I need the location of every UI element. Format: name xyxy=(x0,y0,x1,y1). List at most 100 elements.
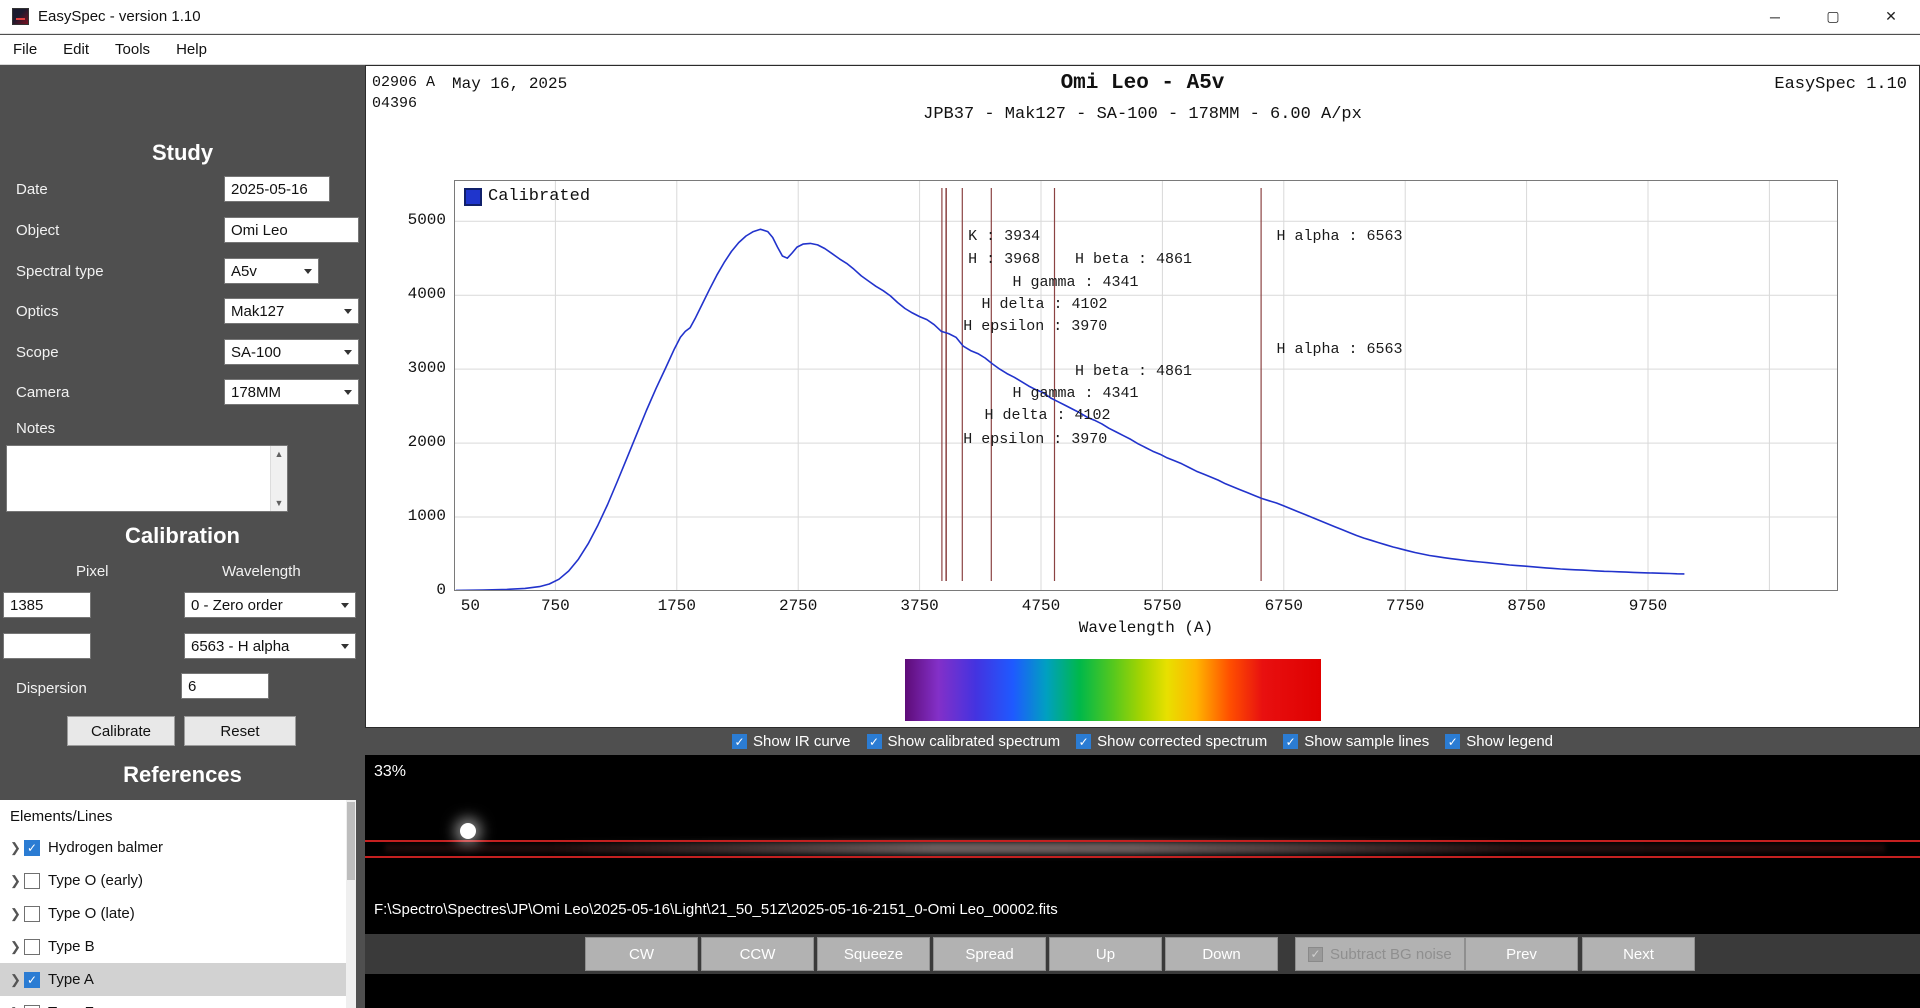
option-checkbox[interactable]: ✓ xyxy=(731,734,747,749)
maximize-button[interactable]: ▢ xyxy=(1804,0,1862,34)
wavelength2-select[interactable]: 6563 - H alpha xyxy=(184,633,356,659)
x-tick-label: 1750 xyxy=(657,597,696,615)
reference-item-type-f[interactable]: ❯ Type F xyxy=(0,996,356,1008)
wavelength1-value: 0 - Zero order xyxy=(191,596,283,614)
sample-line-label: H delta : 4102 xyxy=(981,295,1108,313)
reference-item-type-o-early-[interactable]: ❯ Type O (early) xyxy=(0,864,356,897)
display-options-strip: ✓ Show IR curve ✓ Show calibrated spectrum ✓… xyxy=(365,728,1920,755)
squeeze-button[interactable]: Squeeze xyxy=(817,937,930,971)
menu-help[interactable]: Help xyxy=(163,37,220,62)
cw-button[interactable]: CW xyxy=(585,937,698,971)
reference-item-type-o-late-[interactable]: ❯ Type O (late) xyxy=(0,897,356,930)
expander-icon[interactable]: ❯ xyxy=(10,939,24,955)
bottom-button-bar: CW CCW Squeeze Spread Up Down ✓ Subtract BG n… xyxy=(365,934,1920,974)
sidebar: Study Date Object Spectral type A5v Opti… xyxy=(0,65,365,1008)
pixel2-input[interactable] xyxy=(3,633,91,659)
close-button[interactable]: ✕ xyxy=(1862,0,1920,34)
subtract-bg-group: ✓ Subtract BG noise xyxy=(1295,937,1465,971)
minimize-button[interactable]: ─ xyxy=(1746,0,1804,34)
scope-select[interactable]: SA-100 xyxy=(224,339,359,365)
notes-textarea[interactable]: ▲ ▼ xyxy=(6,445,288,512)
reference-checkbox[interactable]: ✓ xyxy=(24,971,40,988)
y-tick-label: 5000 xyxy=(407,211,446,230)
nav-buttons: Prev Next xyxy=(1465,937,1695,971)
menu-tools[interactable]: Tools xyxy=(102,37,163,62)
spread-button[interactable]: Spread xyxy=(933,937,1046,971)
title-bar: EasySpec - version 1.10 ─ ▢ ✕ xyxy=(0,0,1920,34)
option-show-calibrated-spectrum[interactable]: ✓ Show calibrated spectrum xyxy=(866,733,1060,750)
sample-line-label: H beta : 4861 xyxy=(1074,362,1192,380)
reference-checkbox[interactable] xyxy=(24,938,40,955)
spectrum-plot xyxy=(454,180,1838,591)
prev-button[interactable]: Prev xyxy=(1465,937,1578,971)
subtract-bg-checkbox[interactable]: ✓ xyxy=(1308,946,1323,962)
dispersion-label: Dispersion xyxy=(16,680,87,697)
spectral-type-select[interactable]: A5v xyxy=(224,258,319,284)
ccw-button[interactable]: CCW xyxy=(701,937,814,971)
reference-checkbox[interactable] xyxy=(24,872,40,889)
sample-line-label: H epsilon : 3970 xyxy=(963,317,1108,335)
zero-order-star xyxy=(460,823,476,839)
menu-bar: File Edit Tools Help xyxy=(0,35,1920,65)
x-tick-label: 750 xyxy=(540,597,570,615)
option-show-sample-lines[interactable]: ✓ Show sample lines xyxy=(1283,733,1429,750)
legend-label: Calibrated xyxy=(488,187,591,206)
object-input[interactable] xyxy=(224,217,359,243)
notes-scrollbar[interactable]: ▲ ▼ xyxy=(270,446,287,511)
dispersion-input[interactable] xyxy=(181,673,269,699)
spectrum-band xyxy=(545,841,1525,855)
option-checkbox[interactable]: ✓ xyxy=(1445,734,1461,749)
wavelength1-select[interactable]: 0 - Zero order xyxy=(184,592,356,618)
menu-file[interactable]: File xyxy=(0,37,50,62)
option-checkbox[interactable]: ✓ xyxy=(1283,734,1299,749)
references-scrollbar[interactable] xyxy=(346,800,356,1008)
expander-icon[interactable]: ❯ xyxy=(10,873,24,889)
expander-icon[interactable]: ❯ xyxy=(10,972,24,988)
chevron-down-icon xyxy=(304,268,312,274)
menu-edit[interactable]: Edit xyxy=(50,37,102,62)
down-button[interactable]: Down xyxy=(1165,937,1278,971)
reference-item-type-a[interactable]: ❯ ✓ Type A xyxy=(0,963,356,996)
reference-checkbox[interactable] xyxy=(24,1004,40,1008)
reference-checkbox[interactable] xyxy=(24,905,40,922)
camera-select[interactable]: 178MM xyxy=(224,379,359,405)
scroll-down-icon[interactable]: ▼ xyxy=(271,498,287,508)
optics-select[interactable]: Mak127 xyxy=(224,298,359,324)
chevron-down-icon xyxy=(341,602,349,608)
x-tick-label: 8750 xyxy=(1507,597,1546,615)
x-tick-label: 9750 xyxy=(1628,597,1668,615)
option-checkbox[interactable]: ✓ xyxy=(1076,734,1092,749)
scrollbar-thumb[interactable] xyxy=(347,802,355,880)
y-tick-label: 4000 xyxy=(407,285,446,304)
x-tick-label: 50 xyxy=(460,597,480,615)
references-panel: Elements/Lines ❯ ✓ Hydrogen balmer ❯ Type O … xyxy=(0,800,356,1008)
date-input[interactable] xyxy=(224,176,330,202)
chart-area: Calibrated Wavelength (A) 50 750 1750 2750 3… xyxy=(366,66,1919,727)
pixel1-input[interactable] xyxy=(3,592,91,618)
y-tick-label: 0 xyxy=(436,581,446,599)
optics-label: Optics xyxy=(16,303,59,320)
sample-line-label: H alpha : 6563 xyxy=(1276,341,1403,358)
expander-icon[interactable]: ❯ xyxy=(10,1005,24,1008)
reference-item-hydrogen-balmer[interactable]: ❯ ✓ Hydrogen balmer xyxy=(0,831,356,864)
expander-icon[interactable]: ❯ xyxy=(10,840,24,856)
zoom-percent: 33% xyxy=(374,763,407,780)
calibrate-button[interactable]: Calibrate xyxy=(67,716,175,746)
y-tick-label: 3000 xyxy=(407,359,446,378)
camera-label: Camera xyxy=(16,384,70,401)
reference-checkbox[interactable]: ✓ xyxy=(24,839,40,856)
up-button[interactable]: Up xyxy=(1049,937,1162,971)
x-axis-label: Wavelength (A) xyxy=(1078,619,1214,637)
next-button[interactable]: Next xyxy=(1582,937,1695,971)
scroll-up-icon[interactable]: ▲ xyxy=(271,449,287,459)
option-show-legend[interactable]: ✓ Show legend xyxy=(1445,733,1553,750)
option-show-corrected-spectrum[interactable]: ✓ Show corrected spectrum xyxy=(1076,733,1267,750)
reference-item-type-b[interactable]: ❯ Type B xyxy=(0,930,356,963)
option-checkbox[interactable]: ✓ xyxy=(866,734,882,749)
option-show-ir-curve[interactable]: ✓ Show IR curve xyxy=(731,733,851,750)
spectral-type-value: A5v xyxy=(231,262,257,280)
reset-button[interactable]: Reset xyxy=(184,716,296,746)
reference-label: Hydrogen balmer xyxy=(48,839,164,856)
study-heading: Study xyxy=(151,140,214,165)
expander-icon[interactable]: ❯ xyxy=(10,906,24,922)
